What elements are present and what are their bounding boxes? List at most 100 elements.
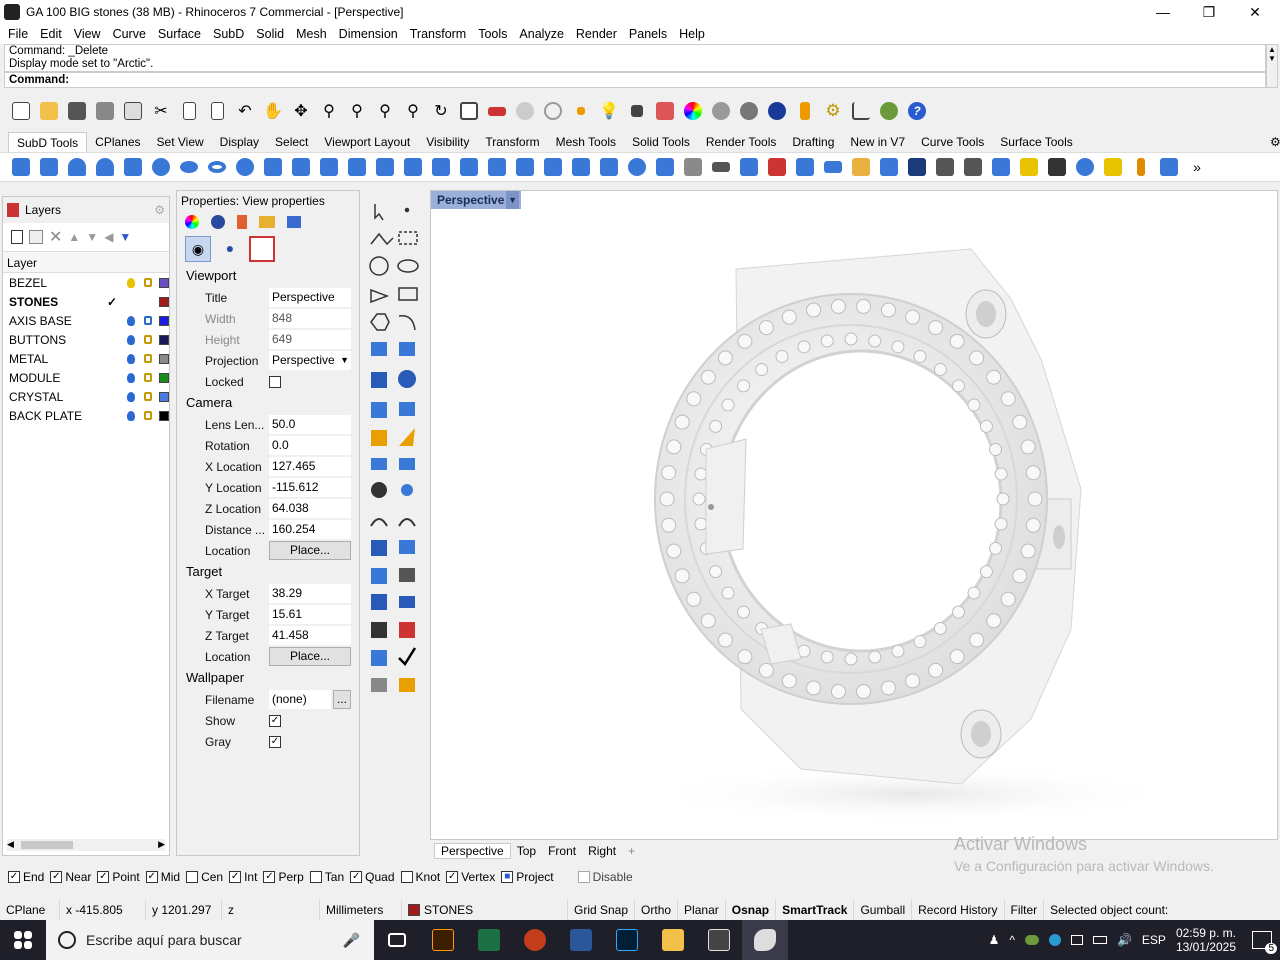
move-down-icon[interactable]: ▼ (86, 230, 98, 244)
menu-tools[interactable]: Tools (472, 27, 513, 41)
menu-subd[interactable]: SubD (207, 27, 250, 41)
decal-tab-icon[interactable] (237, 215, 247, 229)
frame-icon[interactable] (249, 236, 275, 262)
browse-button[interactable]: ... (333, 690, 351, 709)
camera-icon[interactable]: ◉ (185, 236, 211, 262)
visibility-bulb-icon[interactable] (127, 334, 135, 345)
osnap-tan-checkbox[interactable] (309, 871, 322, 883)
osnap-knot-checkbox[interactable] (400, 871, 413, 883)
chevron-down-icon[interactable]: ▼ (340, 351, 349, 370)
tab-select[interactable]: Select (267, 132, 316, 152)
lock-icon[interactable] (144, 316, 152, 325)
rotation-field[interactable]: 0.0 (269, 436, 351, 455)
zoom-window-icon[interactable]: ⚲ (344, 98, 370, 124)
unlock-icon[interactable] (144, 411, 152, 420)
layers-panel-title[interactable]: Layers (25, 203, 61, 217)
subd-box-yellow-icon[interactable] (1016, 154, 1042, 180)
grid-snap-toggle[interactable]: Grid Snap (568, 900, 636, 920)
units-label[interactable]: Millimeters (320, 900, 402, 920)
cloud-icon[interactable] (1024, 935, 1039, 945)
osnap-vertex[interactable]: ✓ Vertex (446, 870, 495, 884)
subd-ellipsoid-icon[interactable] (176, 154, 202, 180)
visibility-bulb-icon[interactable] (127, 353, 135, 364)
perspective-viewport[interactable]: Perspective ▼ (430, 190, 1278, 840)
taskbar-search-box[interactable]: Escribe aquí para buscar 🎤 (46, 920, 374, 960)
osnap-mid-checkbox[interactable]: ✓ (145, 871, 158, 883)
light-icon[interactable] (792, 98, 818, 124)
osnap-project-checkbox[interactable]: ■ (501, 871, 514, 883)
copy-icon[interactable] (176, 98, 202, 124)
color-wheel-icon[interactable] (680, 98, 706, 124)
tab-right[interactable]: Right (582, 844, 622, 858)
x-location-field[interactable]: 127.465 (269, 457, 351, 476)
subd-align-icon[interactable] (708, 154, 734, 180)
subd-fill-icon[interactable] (540, 154, 566, 180)
tab-curve-tools[interactable]: Curve Tools (913, 132, 992, 152)
menu-analyze[interactable]: Analyze (513, 27, 569, 41)
folder-tab-icon[interactable] (259, 216, 275, 228)
distance-field[interactable]: 160.254 (269, 520, 351, 539)
osnap-end-checkbox[interactable]: ✓ (8, 871, 20, 883)
calculator-icon[interactable] (696, 920, 742, 960)
subd-mesh-icon[interactable] (624, 154, 650, 180)
layer-row[interactable]: AXIS BASE (3, 311, 169, 330)
osnap-cen[interactable]: Cen (186, 870, 223, 884)
tab-front[interactable]: Front (542, 844, 582, 858)
layer-row[interactable]: BACK PLATE (3, 406, 169, 425)
subd-transform-icon[interactable] (848, 154, 874, 180)
unlock-icon[interactable] (144, 373, 152, 382)
subd-globe2-icon[interactable] (1072, 154, 1098, 180)
subd-sphere-icon[interactable] (148, 154, 174, 180)
filter-toggle[interactable]: Filter (1005, 900, 1045, 920)
tab-visibility[interactable]: Visibility (418, 132, 477, 152)
notification-center-icon[interactable]: 5 (1252, 931, 1277, 954)
layers-horizontal-scrollbar[interactable]: ◀ ▶ (7, 839, 165, 851)
osnap-point-checkbox[interactable]: ✓ (97, 871, 110, 883)
photoshop-icon[interactable] (604, 920, 650, 960)
volume-icon[interactable]: 🔊 (1117, 933, 1132, 947)
move-view-icon[interactable]: ✥ (288, 98, 314, 124)
osnap-project[interactable]: ■ Project (501, 870, 554, 884)
clock[interactable]: 02:59 p. m. 13/01/2025 (1176, 926, 1236, 954)
osnap-quad[interactable]: ✓ Quad (350, 870, 395, 884)
tab-new-in-v7[interactable]: New in V7 (842, 132, 913, 152)
tab-subd-tools[interactable]: SubD Tools (8, 132, 88, 152)
task-view-icon[interactable] (374, 920, 420, 960)
subd-yellow-shape-icon[interactable] (1100, 154, 1126, 180)
subd-delete-icon[interactable] (764, 154, 790, 180)
layer-color-swatch[interactable] (159, 372, 169, 383)
delete-layer-icon[interactable]: ✕ (49, 227, 62, 247)
viewport-title-tab[interactable]: Perspective ▼ (431, 191, 521, 209)
grid-snap-icon[interactable] (848, 98, 874, 124)
layer-row[interactable]: BEZEL (3, 273, 169, 292)
snap-icon[interactable] (540, 98, 566, 124)
subd-select-icon[interactable] (820, 154, 846, 180)
start-button[interactable] (0, 920, 46, 960)
osnap-toggle[interactable]: Osnap (726, 900, 777, 920)
subd-extrude-icon[interactable] (400, 154, 426, 180)
subd-box-icon[interactable] (8, 154, 34, 180)
scroll-thumb[interactable] (21, 841, 73, 849)
scroll-right-icon[interactable]: ▶ (158, 839, 165, 850)
layer-color-swatch[interactable] (159, 391, 169, 402)
menu-solid[interactable]: Solid (250, 27, 290, 41)
subd-cone-icon[interactable] (64, 154, 90, 180)
illustrator-icon[interactable] (420, 920, 466, 960)
zoom-icon[interactable]: ⚲ (316, 98, 342, 124)
object-color-icon[interactable] (185, 215, 199, 229)
sync-icon[interactable] (1048, 934, 1061, 946)
osnap-vertex-checkbox[interactable]: ✓ (446, 871, 459, 883)
subd-stitch-icon[interactable] (1044, 154, 1070, 180)
tab-viewport-layout[interactable]: Viewport Layout (316, 132, 418, 152)
layer-color-swatch[interactable] (159, 353, 169, 364)
tab-surface-tools[interactable]: Surface Tools (992, 132, 1081, 152)
layer-row[interactable]: BUTTONS (3, 330, 169, 349)
subd-pyramid-icon[interactable] (92, 154, 118, 180)
subd-pipe-icon[interactable] (372, 154, 398, 180)
zoom-extents-icon[interactable]: ⚲ (372, 98, 398, 124)
layer-color-swatch[interactable] (159, 410, 169, 421)
menu-help[interactable]: Help (673, 27, 711, 41)
layers-settings-gear-icon[interactable]: ⚙ (154, 203, 165, 217)
title-field[interactable]: Perspective (269, 288, 351, 307)
points-icon[interactable] (568, 98, 594, 124)
